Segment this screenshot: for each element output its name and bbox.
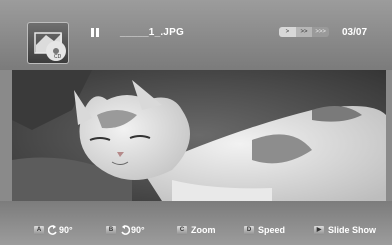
pause-icon bbox=[91, 28, 99, 37]
speed-control[interactable]: D Speed bbox=[244, 224, 285, 236]
play-icon: ▶ bbox=[314, 225, 324, 235]
image-counter: 03/07 bbox=[342, 27, 368, 38]
zoom-control[interactable]: C Zoom bbox=[177, 224, 216, 236]
slide-show-control[interactable]: ▶ Slide Show bbox=[314, 224, 376, 236]
bottom-control-bar bbox=[0, 201, 392, 245]
rotate-right-icon bbox=[121, 225, 130, 235]
a-key-icon: A bbox=[34, 225, 44, 235]
speed-indicator: > >> >>> bbox=[279, 27, 329, 37]
svg-text:CD: CD bbox=[54, 54, 62, 60]
photo-viewer bbox=[12, 70, 386, 201]
zoom-label: Zoom bbox=[191, 225, 216, 235]
rotate-left-label: 90° bbox=[59, 225, 73, 235]
picture-disc-icon: CD bbox=[27, 22, 69, 64]
d-key-icon: D bbox=[244, 225, 254, 235]
speed-label: Speed bbox=[258, 225, 286, 235]
rotate-right-label: 90° bbox=[131, 225, 145, 235]
b-key-icon: B bbox=[106, 225, 116, 235]
file-name: _____1_.JPG bbox=[120, 27, 184, 38]
slide-show-label: Slide Show bbox=[328, 225, 377, 235]
rotate-left-control[interactable]: A 90° bbox=[34, 224, 73, 236]
rotate-right-control[interactable]: B 90° bbox=[106, 224, 145, 236]
c-key-icon: C bbox=[177, 225, 187, 235]
rotate-left-icon bbox=[48, 225, 57, 235]
